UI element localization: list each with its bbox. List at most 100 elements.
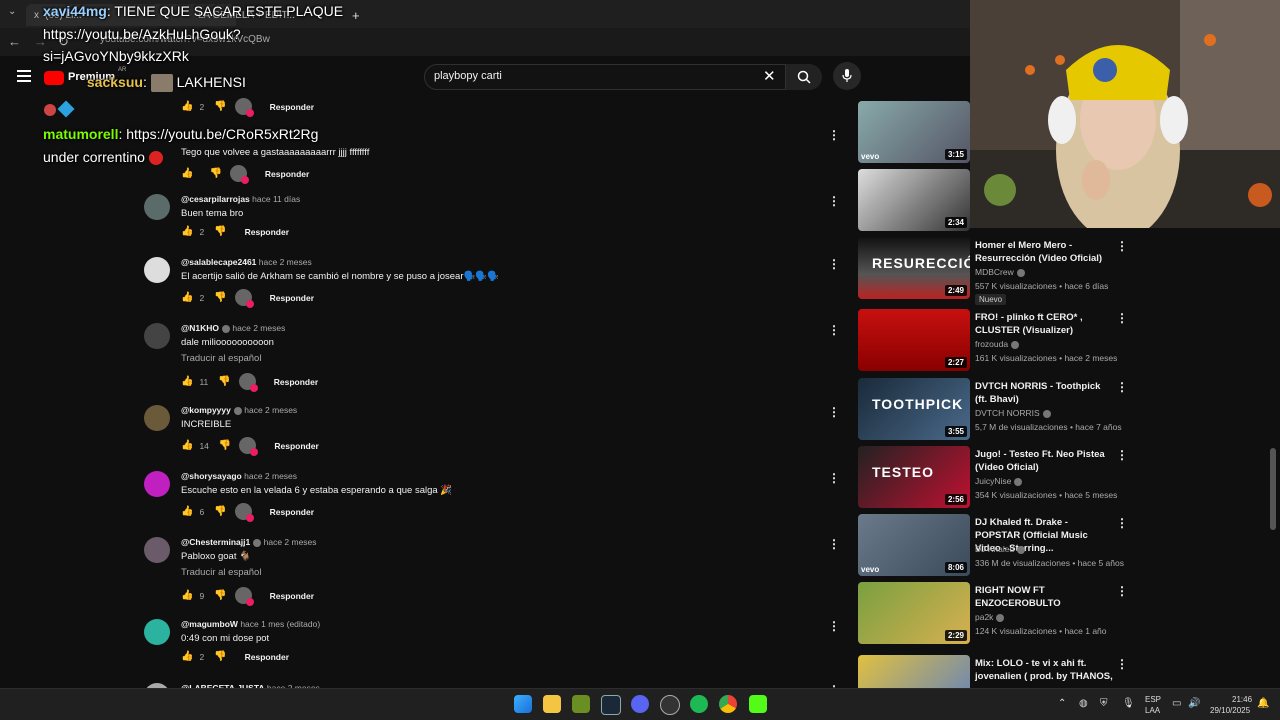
channel-name[interactable]: DVTCH NORRIS [975, 408, 1051, 418]
comment-menu-icon[interactable]: ⋮ [828, 128, 840, 142]
language-indicator[interactable]: ESP [1145, 695, 1161, 704]
discord-icon[interactable] [631, 695, 649, 713]
avatar[interactable] [144, 323, 170, 349]
voice-search-button[interactable] [833, 62, 861, 90]
reply-button[interactable]: Responder [245, 227, 289, 237]
comment-author[interactable]: @magumboW [181, 619, 238, 629]
tray-mic-icon[interactable]: 🎙 [1122, 698, 1135, 709]
video-menu-icon[interactable]: ⋮ [1116, 380, 1128, 394]
video-thumbnail[interactable]: TOOTHPICK 3:55 [858, 378, 970, 440]
dislike-icon[interactable]: 👎 [218, 376, 230, 387]
clock-time[interactable]: 21:46 [1232, 695, 1252, 704]
comment-menu-icon[interactable]: ⋮ [828, 194, 840, 208]
tray-wifi-icon[interactable]: ▭ [1172, 698, 1181, 709]
video-title[interactable]: DVTCH NORRIS - Toothpick (ft. Bhavi) [975, 380, 1115, 406]
channel-name[interactable]: pa2k [975, 612, 1005, 622]
dislike-icon[interactable]: 👎 [214, 651, 226, 662]
dislike-icon[interactable]: 👎 [214, 590, 226, 601]
clock-date[interactable]: 29/10/2025 [1210, 706, 1250, 715]
comment-menu-icon[interactable]: ⋮ [828, 405, 840, 419]
reply-button[interactable]: Responder [245, 652, 289, 662]
page-scrollbar[interactable] [1270, 448, 1276, 530]
reply-button[interactable]: Responder [265, 169, 309, 179]
video-thumbnail[interactable]: TESTEO 2:56 [858, 446, 970, 508]
comment-author[interactable]: @salablecape2461 [181, 257, 256, 267]
search-button[interactable] [786, 64, 822, 90]
comment-time[interactable]: hace 1 mes (editado) [240, 619, 320, 629]
like-icon[interactable]: 👍 [181, 226, 193, 237]
video-menu-icon[interactable]: ⋮ [1116, 516, 1128, 530]
dislike-icon[interactable]: 👎 [214, 292, 226, 303]
comment-author[interactable]: @N1KHO [181, 323, 219, 333]
video-title[interactable]: Jugo! - Testeo Ft. Neo Pistea (Video Ofi… [975, 448, 1115, 474]
reply-button[interactable]: Responder [270, 293, 314, 303]
comment-time[interactable]: hace 2 meses [244, 471, 297, 481]
like-icon[interactable]: 👍 [181, 376, 193, 387]
tray-chevron-icon[interactable]: ⌃ [1058, 698, 1066, 709]
notifications-icon[interactable]: 🔔 [1257, 698, 1269, 709]
comment-time[interactable]: hace 2 meses [232, 323, 285, 333]
channel-name[interactable]: MDBCrew [975, 267, 1025, 277]
comment-author[interactable]: @cesarpilarrojas [181, 194, 250, 204]
keyboard-layout[interactable]: LAA [1145, 706, 1160, 715]
channel-name[interactable]: JuicyNise [975, 476, 1023, 486]
dislike-icon[interactable]: 👎 [219, 440, 231, 451]
reply-button[interactable]: Responder [270, 591, 314, 601]
video-title[interactable]: RIGHT NOW FT ENZOCEROBULTO [975, 584, 1115, 610]
video-thumbnail[interactable]: 2:34 [858, 169, 970, 231]
channel-name[interactable]: frozouda [975, 339, 1020, 349]
comment-menu-icon[interactable]: ⋮ [828, 323, 840, 337]
dislike-icon[interactable]: 👎 [214, 101, 226, 112]
video-thumbnail[interactable]: vevo 8:06 [858, 514, 970, 576]
clear-search-icon[interactable]: ✕ [763, 67, 776, 85]
video-title[interactable]: FRO! - plinko ft CERO* , CLUSTER (Visual… [975, 311, 1115, 337]
reply-button[interactable]: Responder [274, 441, 318, 451]
channel-name[interactable]: DJ Khaled [975, 544, 1026, 554]
avatar[interactable] [144, 257, 170, 283]
comment-time[interactable]: hace 2 meses [264, 537, 317, 547]
like-icon[interactable]: 👍 [181, 168, 193, 179]
search-input[interactable]: playbopy carti [434, 70, 502, 82]
new-tab-button[interactable]: + [344, 4, 364, 26]
translate-link[interactable]: Traducir al español [181, 567, 261, 578]
comment-author[interactable]: @Chesterminajj1 [181, 537, 250, 547]
reply-button[interactable]: Responder [274, 377, 318, 387]
file-explorer-icon[interactable] [543, 695, 561, 713]
video-thumbnail[interactable]: 2:27 [858, 309, 970, 371]
video-title[interactable]: Homer el Mero Mero - Resurrección (Video… [975, 239, 1115, 265]
like-icon[interactable]: 👍 [181, 440, 193, 451]
comment-author[interactable]: @shorysayago [181, 471, 242, 481]
spotify-icon[interactable] [690, 695, 708, 713]
video-thumbnail[interactable]: 2:29 [858, 582, 970, 644]
reply-button[interactable]: Responder [270, 507, 314, 517]
comment-time[interactable]: hace 2 meses [259, 257, 312, 267]
comment-menu-icon[interactable]: ⋮ [828, 619, 840, 633]
comment-author[interactable]: @kompyyyy [181, 405, 231, 415]
dislike-icon[interactable]: 👎 [214, 226, 226, 237]
avatar[interactable] [144, 619, 170, 645]
comment-time[interactable]: hace 11 días [252, 194, 300, 204]
avatar[interactable] [144, 471, 170, 497]
video-thumbnail[interactable]: RESURECCIÓN 2:49 [858, 237, 970, 299]
comment-menu-icon[interactable]: ⋮ [828, 257, 840, 271]
translate-link[interactable]: Traducir al español [181, 353, 261, 364]
comment-menu-icon[interactable]: ⋮ [828, 471, 840, 485]
avatar[interactable] [144, 194, 170, 220]
kick-icon[interactable] [749, 695, 767, 713]
video-menu-icon[interactable]: ⋮ [1116, 657, 1128, 671]
hamburger-menu-icon[interactable] [17, 70, 31, 82]
steam-icon[interactable] [601, 695, 621, 715]
dislike-icon[interactable]: 👎 [214, 506, 226, 517]
video-menu-icon[interactable]: ⋮ [1116, 239, 1128, 253]
app-icon[interactable] [572, 695, 590, 713]
tray-volume-icon[interactable]: 🔊 [1188, 698, 1200, 709]
tray-security-icon[interactable]: ⛨ [1100, 698, 1108, 709]
chrome-icon[interactable] [719, 695, 737, 713]
dislike-icon[interactable]: 👎 [209, 168, 221, 179]
avatar[interactable] [144, 537, 170, 563]
comment-menu-icon[interactable]: ⋮ [828, 537, 840, 551]
windows-start-icon[interactable] [514, 695, 532, 713]
tab-search-icon[interactable]: ⌄ [8, 6, 16, 17]
comment-time[interactable]: hace 2 meses [244, 405, 297, 415]
like-icon[interactable]: 👍 [181, 101, 193, 112]
